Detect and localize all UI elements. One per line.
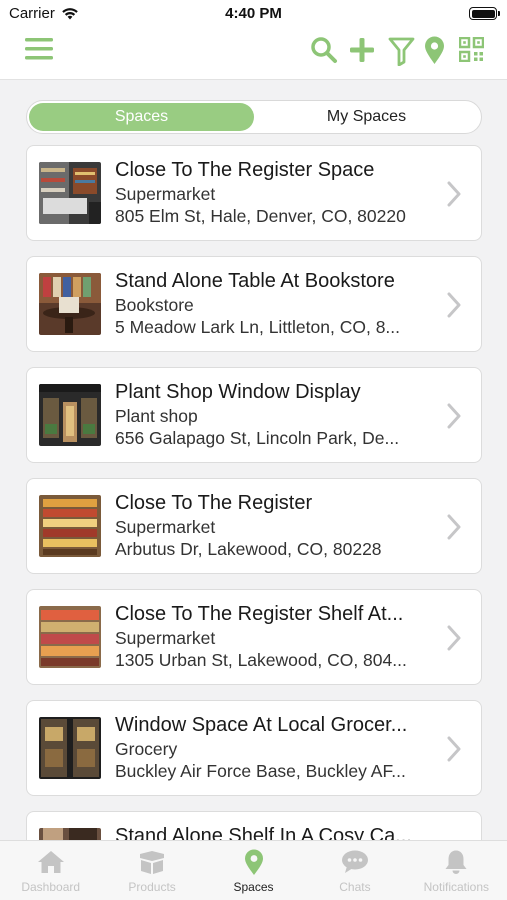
top-nav-bar [0,28,507,80]
space-thumbnail [39,828,101,840]
add-icon[interactable] [349,37,375,63]
space-address: 805 Elm St, Hale, Denver, CO, 80220 [115,206,406,226]
space-address: 5 Meadow Lark Ln, Littleton, CO, 8... [115,317,401,337]
tab-spaces[interactable]: Spaces [203,841,304,900]
space-type: Grocery [115,739,178,759]
chevron-right-icon [447,514,461,540]
filter-icon[interactable] [388,37,415,66]
location-pin-icon[interactable] [424,36,445,65]
space-type: Supermarket [115,517,216,537]
bell-icon [445,850,467,874]
tab-label: Notifications [423,880,490,894]
search-icon[interactable] [310,36,338,64]
space-title: Stand Alone Shelf In A Cosy Ca... [115,825,412,840]
menu-icon[interactable] [25,36,53,62]
space-card[interactable]: Stand Alone Table At Bookstore Bookstore… [26,256,482,352]
space-type: Supermarket [115,184,216,204]
chevron-right-icon [447,181,461,207]
status-time: 4:40 PM [225,5,282,22]
status-bar: Carrier 4:40 PM [0,0,507,28]
space-thumbnail [39,384,101,446]
tab-label: Products [128,880,176,894]
space-card[interactable]: Close To The Register Space Supermarket … [26,145,482,241]
tab-dashboard[interactable]: Dashboard [0,841,101,900]
chevron-right-icon [447,625,461,651]
space-card[interactable]: Close To The Register Shelf At... Superm… [26,589,482,685]
space-card[interactable]: Close To The Register Supermarket Arbutu… [26,478,482,574]
space-address: Arbutus Dr, Lakewood, CO, 80228 [115,539,382,559]
space-type: Supermarket [115,628,216,648]
space-title: Window Space At Local Grocer... [115,714,408,736]
space-title: Stand Alone Table At Bookstore [115,270,395,292]
box-icon [140,851,165,874]
space-thumbnail [39,606,101,668]
tab-label: Chats [339,880,371,894]
tab-label: Spaces [233,880,274,894]
space-address: 656 Galapago St, Lincoln Park, De... [115,428,400,448]
battery-icon [469,7,500,20]
space-title: Close To The Register [115,492,313,514]
space-card[interactable]: Plant Shop Window Display Plant shop 656… [26,367,482,463]
chat-bubble-icon [341,850,368,873]
space-card[interactable]: Stand Alone Shelf In A Cosy Ca... [26,811,482,840]
tab-notifications[interactable]: Notifications [406,841,507,900]
space-type: Bookstore [115,295,194,315]
spaces-segmented-control: Spaces My Spaces [26,100,482,134]
tab-chats[interactable]: Chats [304,841,405,900]
space-title: Close To The Register Space [115,159,375,181]
segment-my-spaces[interactable]: My Spaces [254,103,479,131]
chevron-right-icon [447,736,461,762]
space-thumbnail [39,717,101,779]
home-icon [37,851,64,873]
space-thumbnail [39,162,101,224]
bottom-tab-bar: Dashboard Products Spaces Chats Notifica… [0,840,507,900]
space-thumbnail [39,495,101,557]
tab-products[interactable]: Products [101,841,202,900]
tab-label: Dashboard [21,880,81,894]
qr-code-icon[interactable] [459,37,484,62]
chevron-right-icon [447,292,461,318]
space-thumbnail [39,273,101,335]
space-card[interactable]: Window Space At Local Grocer... Grocery … [26,700,482,796]
chevron-right-icon [447,403,461,429]
space-type: Plant shop [115,406,198,426]
space-title: Close To The Register Shelf At... [115,603,404,625]
segment-spaces[interactable]: Spaces [29,103,254,131]
space-title: Plant Shop Window Display [115,381,361,403]
spaces-list[interactable]: Close To The Register Space Supermarket … [26,145,482,840]
location-pin-icon [244,849,263,875]
space-address: 1305 Urban St, Lakewood, CO, 804... [115,650,407,670]
space-address: Buckley Air Force Base, Buckley AF... [115,761,406,781]
